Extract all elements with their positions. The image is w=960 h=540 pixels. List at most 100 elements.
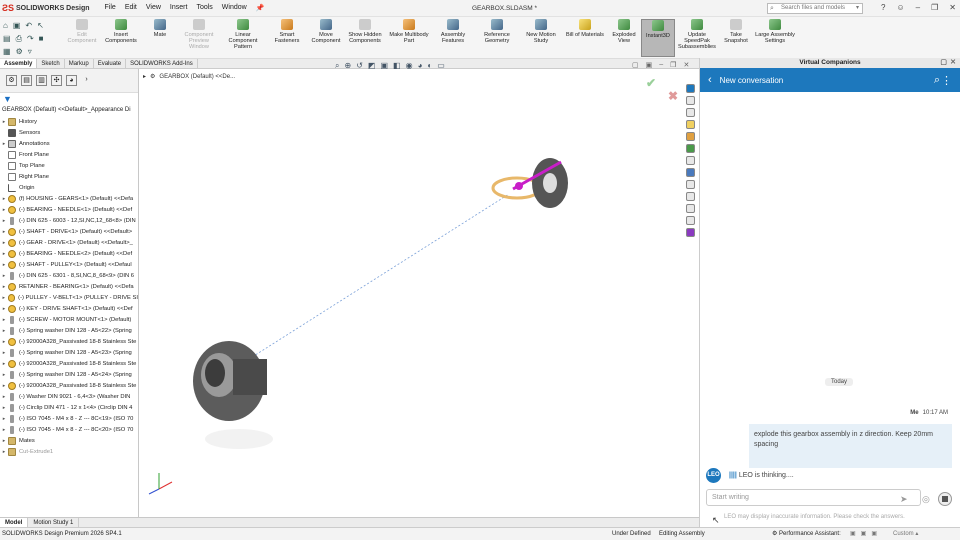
- tool-linear-pattern-button[interactable]: Linear Component Pattern: [221, 19, 265, 50]
- tree-item[interactable]: ▸ (-) SHAFT - PULLEY<1> (Default) <<Defau…: [0, 259, 138, 270]
- tab-model[interactable]: Model: [0, 518, 29, 527]
- tree-item[interactable]: ▸ (f) HOUSING - GEARS<1> (Default) <<Defa: [0, 193, 138, 204]
- expand-arrow-icon[interactable]: ▸: [0, 438, 8, 444]
- expand-arrow-icon[interactable]: ▸: [0, 262, 8, 268]
- home-icon[interactable]: ⌂: [3, 19, 8, 32]
- tree-item[interactable]: ▸ Cut-Extrude1: [0, 446, 138, 457]
- redo-icon[interactable]: ↷: [27, 32, 34, 45]
- tree-item[interactable]: ▸ (-) Washer DIN 9021 - 6,4<3> (Washer DI…: [0, 391, 138, 402]
- tool-large-assembly-button[interactable]: Large Assembly Settings: [753, 19, 797, 44]
- chevron-right-icon[interactable]: ›: [81, 75, 92, 86]
- tool-smart-fasteners-button[interactable]: Smart Fasteners: [265, 19, 309, 44]
- viewport-icon[interactable]: ▢: [632, 61, 639, 69]
- send-icon[interactable]: ➤: [900, 494, 908, 505]
- sheets-icon[interactable]: [685, 216, 695, 225]
- customize-icon[interactable]: ▿: [28, 45, 32, 58]
- tree-item[interactable]: ▸ (-) SCREW - MOTOR MOUNT<1> (Default): [0, 314, 138, 325]
- expand-arrow-icon[interactable]: ▸: [0, 295, 8, 301]
- appearances-icon[interactable]: [685, 132, 695, 141]
- resources-icon[interactable]: [685, 84, 695, 93]
- tree-item[interactable]: ▸ (-) 92000A328_Passivated 18-8 Stainless…: [0, 336, 138, 347]
- expand-arrow-icon[interactable]: ▸: [0, 207, 8, 213]
- configuration-tab-icon[interactable]: ▥: [36, 75, 47, 86]
- view-palette-icon[interactable]: [685, 120, 695, 129]
- custom-properties-icon[interactable]: [685, 144, 695, 153]
- tool-mate-button[interactable]: Mate: [143, 19, 177, 38]
- performance-assistant[interactable]: ⚙ Performance Assistant:: [772, 528, 841, 540]
- tab-motion-study[interactable]: Motion Study 1: [28, 518, 80, 527]
- back-arrow-icon[interactable]: ‹: [708, 74, 712, 86]
- tree-item[interactable]: ▸ (-) Circlip DIN 471 - 12 x 1<4> (Circli…: [0, 402, 138, 413]
- tree-item[interactable]: ▸ History: [0, 116, 138, 127]
- expand-arrow-icon[interactable]: ▸: [0, 427, 8, 433]
- user-icon[interactable]: ☺: [897, 3, 905, 12]
- tree-item[interactable]: ▸ (-) 92000A328_Passivated 18-8 Stainless…: [0, 358, 138, 369]
- tree-item[interactable]: ▸ (-) BEARING - NEEDLE<1> (Default) <<Def: [0, 204, 138, 215]
- tree-item[interactable]: ▸ (-) BEARING - NEEDLE<2> (Default) <<Def: [0, 248, 138, 259]
- tool-motion-study-button[interactable]: New Motion Study: [519, 19, 563, 44]
- feature-tree-tab-icon[interactable]: ⚙: [6, 75, 17, 86]
- tool-snapshot-button[interactable]: Take Snapshot: [719, 19, 753, 44]
- view-orientation-icon[interactable]: ▣: [380, 61, 388, 71]
- menu-window[interactable]: Window: [222, 4, 247, 12]
- menu-file[interactable]: File: [105, 4, 116, 12]
- tool-show-hidden-button[interactable]: Show Hidden Components: [343, 19, 387, 44]
- tree-item[interactable]: ▸ (-) Spring washer DIN 128 - A5<23> (Spr…: [0, 347, 138, 358]
- hide-show-icon[interactable]: ◉: [406, 61, 413, 71]
- gearbox-model[interactable]: [193, 341, 273, 449]
- model-viewport[interactable]: [139, 69, 684, 517]
- marketplace-icon[interactable]: [685, 192, 695, 201]
- tree-item[interactable]: ▸ (-) SHAFT - DRIVE<1> (Default) <<Defaul…: [0, 226, 138, 237]
- units-selector[interactable]: Custom ▴: [893, 528, 918, 540]
- breadcrumb[interactable]: ▸ ⚙ GEARBOX (Default) <<De...: [143, 73, 235, 81]
- solidworks-forum-icon[interactable]: [685, 168, 695, 177]
- gfx-close-icon[interactable]: ✕: [683, 61, 689, 69]
- expand-arrow-icon[interactable]: ▸: [0, 361, 8, 367]
- gfx-restore-icon[interactable]: ❐: [670, 61, 676, 69]
- display-style-icon[interactable]: ◧: [393, 61, 401, 71]
- tree-item[interactable]: ▸ (-) DIN 625 - 6301 - 8,SI,NC,8_68<9> (D…: [0, 270, 138, 281]
- virtual-companions-icon[interactable]: [685, 228, 695, 237]
- expand-arrow-icon[interactable]: ▸: [0, 229, 8, 235]
- menu-insert[interactable]: Insert: [170, 4, 188, 12]
- property-manager-tab-icon[interactable]: ▤: [21, 75, 32, 86]
- expand-arrow-icon[interactable]: ▸: [0, 119, 8, 125]
- print-icon[interactable]: ⎙: [16, 32, 22, 45]
- tool-instant3d-button[interactable]: Instant3D: [641, 19, 675, 57]
- tool-edit-component-button[interactable]: Edit Component: [65, 19, 99, 44]
- tool-bom-button[interactable]: Bill of Materials: [563, 19, 607, 38]
- expand-arrow-icon[interactable]: ▸: [0, 218, 8, 224]
- view-settings-icon[interactable]: ▭: [437, 61, 445, 71]
- tile-icon[interactable]: ▣: [646, 61, 653, 69]
- new-icon[interactable]: ▤: [3, 32, 11, 45]
- tree-item[interactable]: ▸ (-) ISO 7045 - M4 x 8 - Z --- 8C<19> (I…: [0, 413, 138, 424]
- menu-view[interactable]: View: [146, 4, 161, 12]
- tree-root[interactable]: GEARBOX (Default) <<Default>_Appearance …: [0, 105, 138, 116]
- zoom-fit-icon[interactable]: ⌕: [335, 61, 339, 71]
- tree-item[interactable]: ▸ (-) Spring washer DIN 128 - A5<24> (Spr…: [0, 369, 138, 380]
- tab-assembly[interactable]: Assembly: [0, 59, 38, 68]
- tree-item[interactable]: ▸ Annotations: [0, 138, 138, 149]
- scene-icon[interactable]: ◐: [427, 61, 432, 71]
- confirm-check-icon[interactable]: ✔: [646, 76, 656, 90]
- tree-item[interactable]: Sensors: [0, 127, 138, 138]
- close-icon[interactable]: ✕: [949, 3, 956, 12]
- tab-markup[interactable]: Markup: [65, 59, 94, 68]
- display-manager-tab-icon[interactable]: ◕: [66, 75, 77, 86]
- expand-arrow-icon[interactable]: ▸: [0, 394, 8, 400]
- previous-view-icon[interactable]: ↺: [356, 61, 363, 71]
- tree-item[interactable]: Top Plane: [0, 160, 138, 171]
- tree-item[interactable]: ▸ Mates: [0, 435, 138, 446]
- expand-arrow-icon[interactable]: ▸: [0, 306, 8, 312]
- expand-arrow-icon[interactable]: ▸: [0, 284, 8, 290]
- tool-move-component-button[interactable]: Move Component: [309, 19, 343, 44]
- expand-arrow-icon[interactable]: ▸: [0, 350, 8, 356]
- globe-icon[interactable]: ◎: [922, 494, 930, 505]
- expand-arrow-icon[interactable]: ▸: [0, 273, 8, 279]
- forum-icon[interactable]: [685, 156, 695, 165]
- tool-assembly-features-button[interactable]: Assembly Features: [431, 19, 475, 44]
- pin-icon[interactable]: ▢: [940, 58, 947, 68]
- open-icon[interactable]: ▦: [3, 45, 11, 58]
- tool-exploded-view-button[interactable]: Exploded View: [607, 19, 641, 44]
- gfx-minimize-icon[interactable]: –: [659, 61, 663, 69]
